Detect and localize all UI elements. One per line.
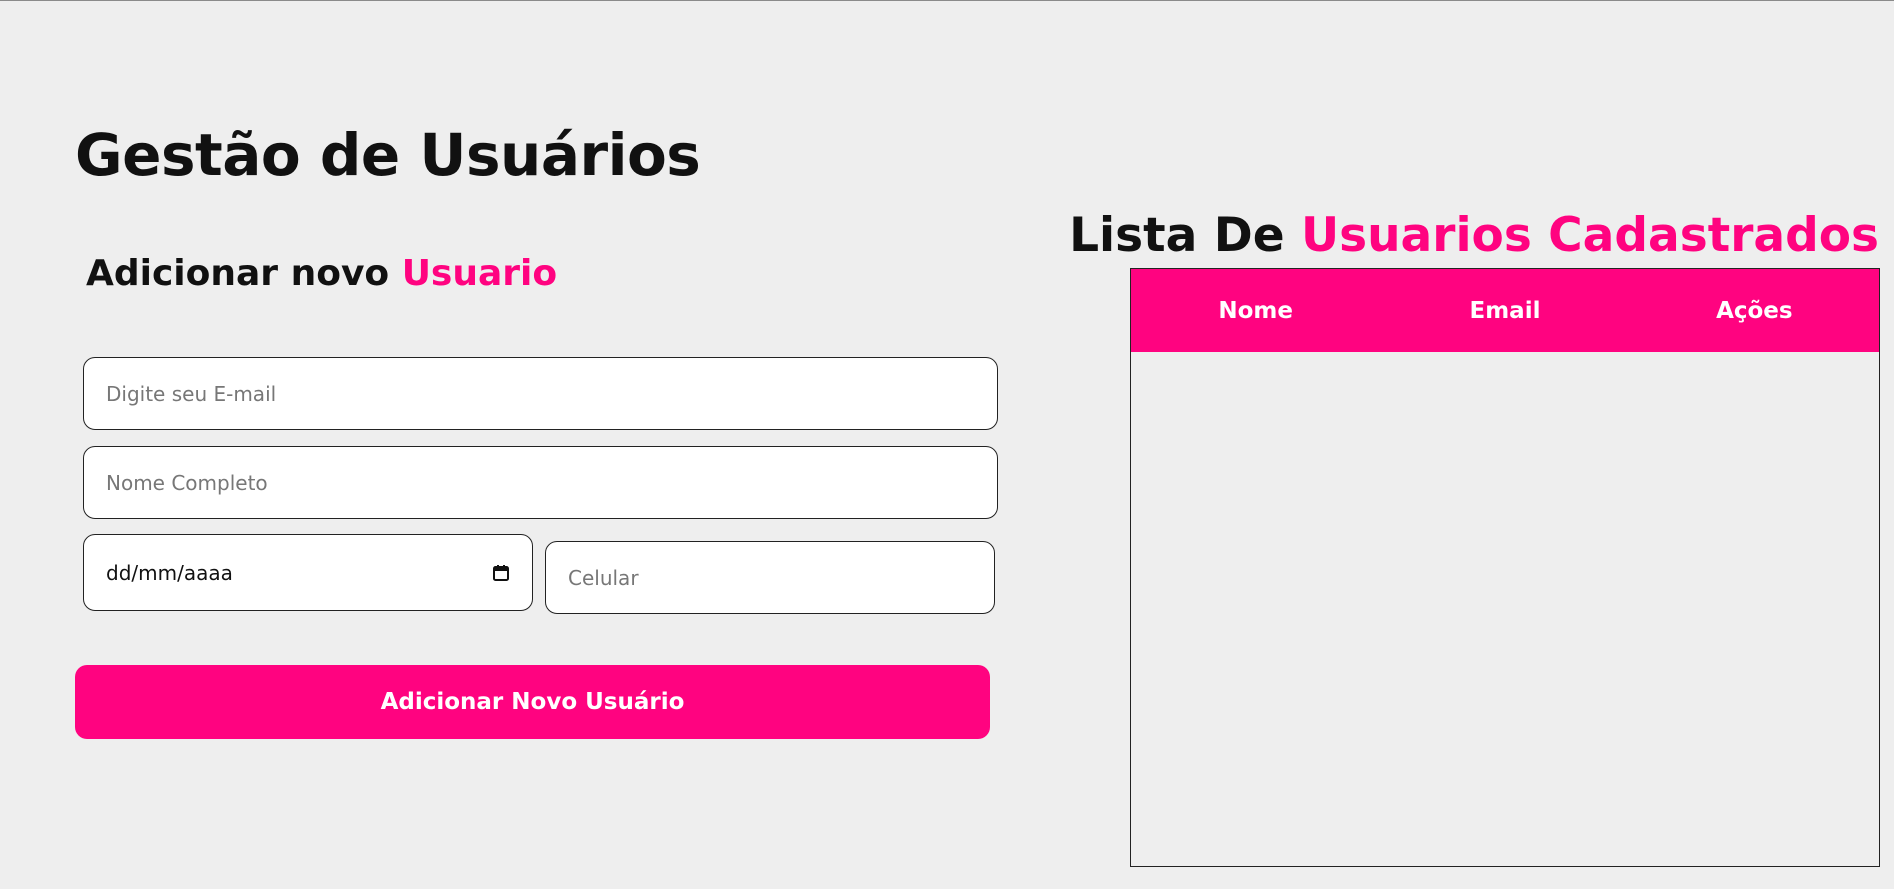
add-user-button[interactable]: Adicionar Novo Usuário [75,665,990,739]
user-table: Nome Email Ações [1131,269,1879,352]
birthdate-field[interactable]: dd/mm/aaaa [83,534,533,611]
column-header-name: Nome [1218,297,1293,324]
user-table-container: Nome Email Ações [1130,268,1880,867]
user-list-heading: Lista De Usuarios Cadastrados [1069,212,1879,259]
calendar-icon[interactable] [492,564,510,582]
column-header-actions: Ações [1716,297,1793,324]
phone-field[interactable] [545,541,995,614]
user-list-heading-prefix: Lista De [1069,208,1301,263]
user-list-heading-highlight: Usuarios Cadastrados [1300,208,1879,263]
add-user-heading-highlight: Usuario [401,253,558,294]
user-table-header-row: Nome Email Ações [1131,269,1879,352]
birthdate-placeholder: dd/mm/aaaa [106,560,233,585]
add-user-heading-prefix: Adicionar novo [86,253,402,294]
add-user-heading: Adicionar novo Usuario [86,256,557,292]
full-name-field[interactable] [83,446,998,519]
email-field[interactable] [83,357,998,430]
top-divider [0,0,1894,1]
page-title: Gestão de Usuários [75,121,701,189]
column-header-email: Email [1469,297,1541,324]
